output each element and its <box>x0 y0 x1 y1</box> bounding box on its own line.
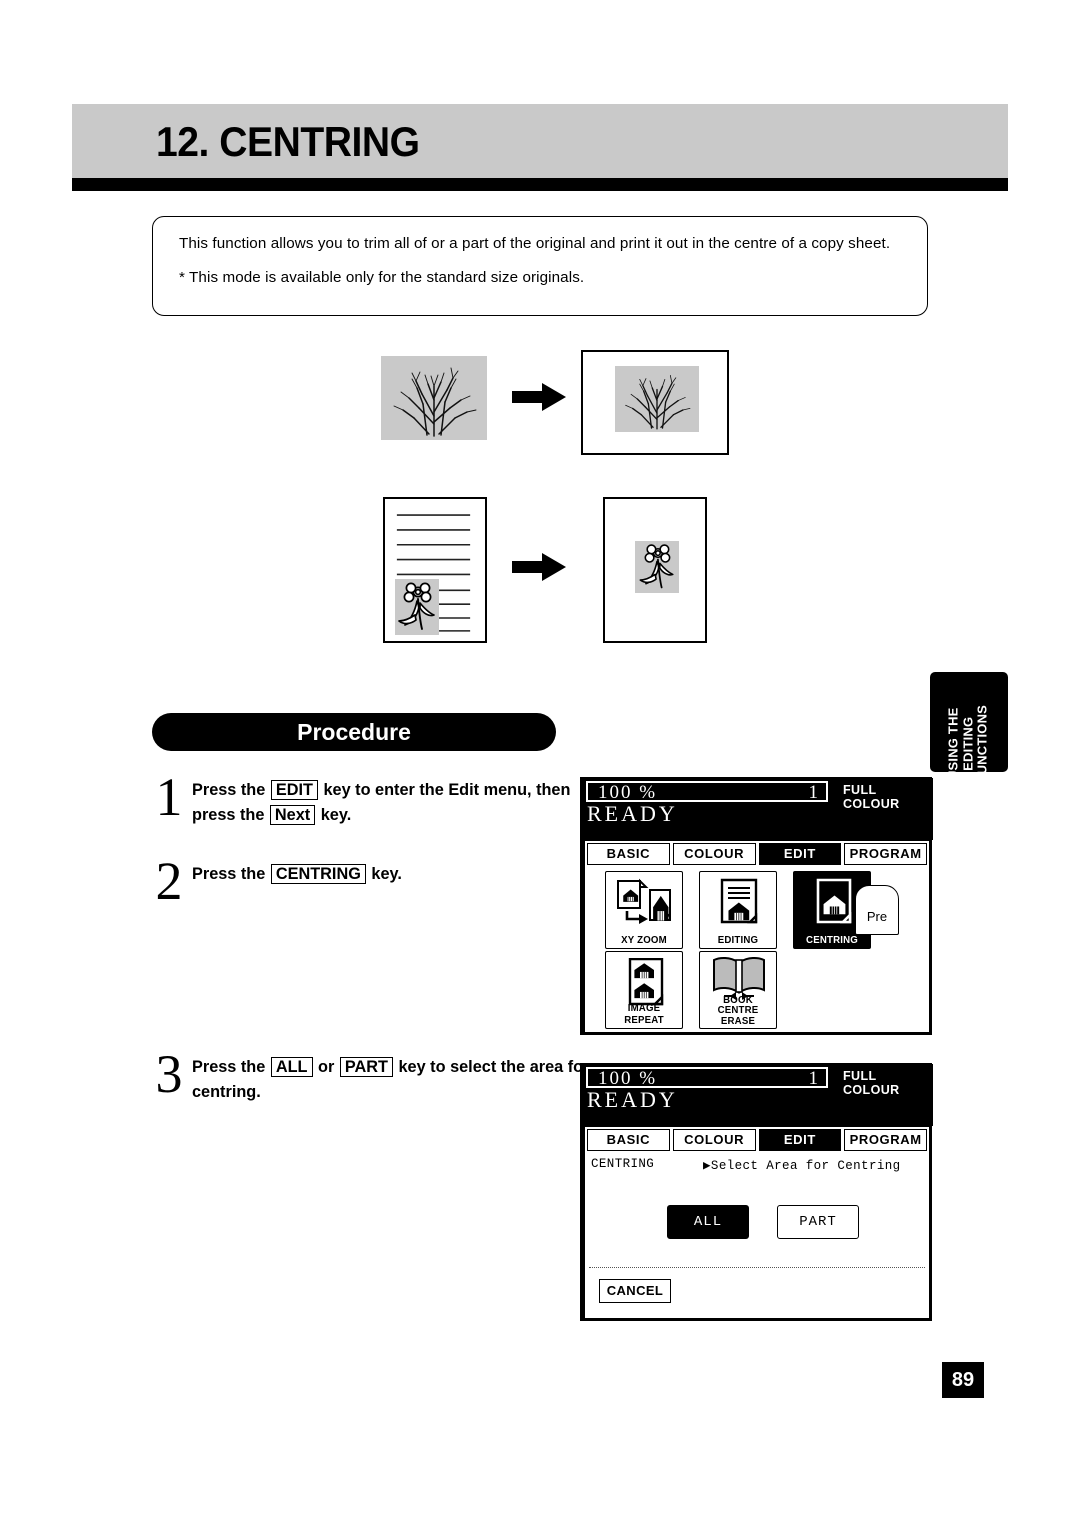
illustration-original-document <box>383 497 487 643</box>
bush-drawing-icon <box>393 367 477 437</box>
lcd-status-box: 100 % 1 <box>586 1067 828 1089</box>
copy-count-display: 1 <box>808 782 819 803</box>
tab-colour[interactable]: COLOUR <box>672 843 756 865</box>
flower-drawing-icon <box>398 582 435 630</box>
tab-program[interactable]: PROGRAM <box>844 1129 927 1151</box>
procedure-heading-label: Procedure <box>297 719 411 745</box>
transform-arrow-1 <box>512 382 566 412</box>
lcd-divider <box>589 1267 925 1268</box>
lcd-tab-row: BASIC COLOUR EDIT PROGRAM <box>585 841 929 865</box>
area-button-all[interactable]: ALL <box>667 1205 749 1239</box>
step-text: Press the CENTRING key. <box>192 862 592 887</box>
tab-edit[interactable]: EDIT <box>758 1129 842 1151</box>
illustration-centred-area <box>635 541 679 593</box>
illustration-centred-bush <box>615 366 699 432</box>
keycap-all: ALL <box>270 1057 313 1077</box>
section-index-tab: USING THE EDITING FUNCTIONS <box>930 672 1008 783</box>
status-message: READY <box>587 801 678 826</box>
status-message: READY <box>587 1087 678 1112</box>
function-label: IMAGE REPEAT <box>624 1002 664 1026</box>
intro-description-box: This function allows you to trim all of … <box>152 216 928 316</box>
area-button-part[interactable]: PART <box>777 1205 859 1239</box>
step-number: 2 <box>155 851 183 911</box>
flower-drawing-icon <box>639 544 674 589</box>
lcd-body: BASIC COLOUR EDIT PROGRAM CENTRING ▶Sele… <box>584 1126 930 1319</box>
step-number: 3 <box>155 1044 183 1104</box>
lcd-screenshot-centring-area: 100 % 1 FULL COLOUR READY BASIC COLOUR E… <box>580 1063 933 1321</box>
function-label-line1: BOOK CENTRE <box>717 993 759 1016</box>
tab-program[interactable]: PROGRAM <box>844 843 927 865</box>
section-index-tab-label: USING THE EDITING FUNCTIONS <box>945 704 990 783</box>
function-label: XY ZOOM <box>621 934 667 946</box>
illustration-selected-area <box>395 579 439 635</box>
prompt-text: ▶Select Area for Centring <box>703 1159 901 1173</box>
lcd-tab-row: BASIC COLOUR EDIT PROGRAM <box>585 1127 929 1151</box>
mode-label: CENTRING <box>591 1157 655 1171</box>
function-button-xy-zoom[interactable]: XY ZOOM <box>605 871 683 949</box>
intro-note: * This mode is available only for the st… <box>179 269 585 286</box>
previous-page-button[interactable]: Pre <box>855 885 899 935</box>
tab-colour[interactable]: COLOUR <box>672 1129 756 1151</box>
manual-page: 12. CENTRING This function allows you to… <box>0 0 1080 1528</box>
previous-page-label: Pre <box>866 909 888 924</box>
lcd-status-box: 100 % 1 <box>586 781 828 803</box>
step-text: Press the ALL or PART key to select the … <box>192 1055 592 1105</box>
lcd-function-grid: XY ZOOM EDITING CENTRING Pre IMAGE REPEA… <box>587 867 927 1031</box>
editing-icon <box>700 878 776 932</box>
step-number: 1 <box>155 767 183 827</box>
function-button-editing[interactable]: EDITING <box>699 871 777 949</box>
copy-count-display: 1 <box>808 1068 819 1089</box>
xy-zoom-icon <box>606 878 682 932</box>
lcd-status-bar: 100 % 1 FULL COLOUR READY <box>581 778 933 840</box>
step-text-part: key. <box>366 865 402 883</box>
tab-edit[interactable]: EDIT <box>758 843 842 865</box>
colour-mode-display: FULL COLOUR <box>843 783 900 811</box>
keycap-next: Next <box>269 805 316 825</box>
function-label: BOOK CENTRE ERASE <box>703 993 773 1027</box>
function-label-line2: ERASE <box>720 1014 756 1027</box>
function-label: EDITING <box>717 934 759 946</box>
step-text-part: Press the <box>192 1058 270 1076</box>
page-title: 12. CENTRING <box>156 118 420 165</box>
intro-paragraph: This function allows you to trim all of … <box>179 235 891 252</box>
function-button-book-centre-erase[interactable]: BOOK CENTRE ERASE <box>699 951 777 1029</box>
step-text-part: Press the <box>192 781 270 799</box>
tab-basic[interactable]: BASIC <box>587 843 670 865</box>
procedure-heading: Procedure <box>152 713 556 751</box>
page-number: 89 <box>942 1362 984 1398</box>
colour-mode-display: FULL COLOUR <box>843 1069 900 1097</box>
lcd-status-bar: 100 % 1 FULL COLOUR READY <box>581 1064 933 1126</box>
illustration-original-bush <box>381 356 487 440</box>
illustration-output-sheet-portrait <box>603 497 707 643</box>
step-text-part: or <box>313 1058 339 1076</box>
keycap-centring: CENTRING <box>270 864 366 884</box>
tab-basic[interactable]: BASIC <box>587 1129 670 1151</box>
chapter-header-rule <box>72 178 1008 191</box>
step-text: Press the EDIT key to enter the Edit men… <box>192 778 592 828</box>
step-text-part: key. <box>316 806 352 824</box>
bush-drawing-icon <box>625 375 691 430</box>
transform-arrow-2 <box>512 552 566 582</box>
cancel-button[interactable]: CANCEL <box>599 1279 671 1303</box>
function-button-image-repeat[interactable]: IMAGE REPEAT <box>605 951 683 1029</box>
lcd-body: BASIC COLOUR EDIT PROGRAM XY ZOOM EDITIN… <box>584 840 930 1033</box>
illustration-output-sheet-landscape <box>581 350 729 455</box>
keycap-part: PART <box>339 1057 393 1077</box>
keycap-edit: EDIT <box>270 780 318 800</box>
lcd-screenshot-edit-menu: 100 % 1 FULL COLOUR READY BASIC COLOUR E… <box>580 777 933 1035</box>
step-text-part: Press the <box>192 865 270 883</box>
